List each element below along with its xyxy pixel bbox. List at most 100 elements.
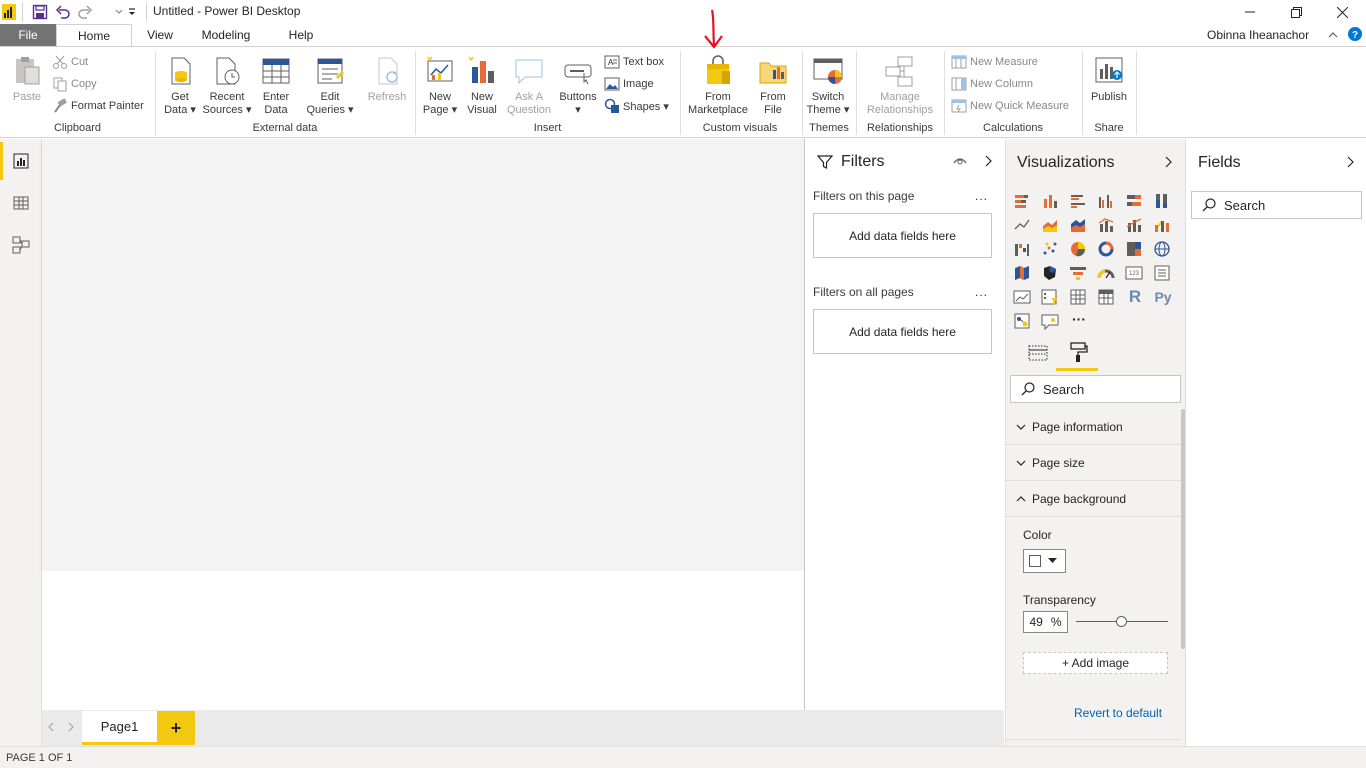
fields-search-input[interactable]: Search — [1191, 191, 1362, 219]
funnel-chart-icon[interactable] — [1068, 263, 1090, 283]
add-page-button[interactable]: + — [157, 711, 195, 745]
new-page-button[interactable]: New Page ▾ — [421, 55, 459, 117]
pie-chart-icon[interactable] — [1068, 239, 1090, 259]
slicer-icon[interactable] — [1040, 287, 1062, 307]
new-measure-button[interactable]: New Measure — [951, 53, 1038, 71]
new-visual-button[interactable]: New Visual — [463, 55, 501, 117]
get-data-button[interactable]: Get Data ▾ — [160, 55, 200, 117]
transparency-input[interactable]: 49 % — [1023, 611, 1068, 633]
format-painter-button[interactable]: Format Painter — [52, 97, 144, 115]
close-button[interactable] — [1319, 0, 1365, 24]
user-name[interactable]: Obinna Iheanachor — [1207, 28, 1309, 42]
treemap-icon[interactable] — [1124, 239, 1146, 259]
100-stacked-column-chart-icon[interactable] — [1152, 191, 1174, 211]
line-and-column-chart-icon[interactable] — [1096, 215, 1118, 235]
kpi-icon[interactable] — [1012, 287, 1034, 307]
tab-help[interactable]: Help — [280, 24, 322, 46]
recent-sources-button[interactable]: Recent Sources ▾ — [202, 55, 252, 117]
color-picker[interactable] — [1023, 549, 1066, 573]
multi-row-card-icon[interactable] — [1152, 263, 1174, 283]
collapse-filters-icon[interactable] — [985, 155, 993, 167]
more-visuals-icon[interactable]: ··· — [1068, 311, 1090, 331]
tab-modeling[interactable]: Modeling — [192, 24, 260, 46]
stacked-area-chart-icon[interactable] — [1068, 215, 1090, 235]
area-chart-icon[interactable] — [1040, 215, 1062, 235]
line-chart-icon[interactable] — [1012, 215, 1034, 235]
tab-home[interactable]: Home — [56, 24, 132, 47]
tab-file[interactable]: File — [0, 24, 56, 46]
model-view-button[interactable] — [0, 225, 42, 265]
key-influencers-icon[interactable] — [1012, 311, 1034, 331]
clustered-column-chart-icon[interactable] — [1096, 191, 1118, 211]
all-pages-filters-dropzone[interactable]: Add data fields here — [813, 309, 992, 354]
collapse-ribbon-icon[interactable] — [1327, 30, 1339, 40]
waterfall-chart-icon[interactable] — [1012, 239, 1034, 259]
matrix-icon[interactable] — [1096, 287, 1118, 307]
more-options-icon[interactable]: ... — [975, 189, 988, 203]
stacked-column-chart-icon[interactable] — [1040, 191, 1062, 211]
image-button[interactable]: Image — [604, 75, 654, 93]
shape-map-icon[interactable] — [1040, 263, 1062, 283]
restore-button[interactable] — [1273, 0, 1319, 24]
from-marketplace-button[interactable]: From Marketplace — [684, 55, 752, 117]
scatter-chart-icon[interactable] — [1040, 239, 1062, 259]
paste-button[interactable]: Paste — [8, 55, 46, 104]
shapes-button[interactable]: Shapes ▾ — [604, 97, 669, 115]
refresh-button[interactable]: Refresh — [364, 55, 410, 104]
card-icon[interactable]: 123 — [1124, 263, 1146, 283]
new-quick-measure-button[interactable]: New Quick Measure — [951, 97, 1069, 115]
map-icon[interactable] — [1152, 239, 1174, 259]
report-view-button[interactable] — [0, 141, 42, 181]
page-tab-page1[interactable]: Page1 — [82, 711, 157, 745]
copy-button[interactable]: Copy — [52, 75, 97, 93]
eye-icon[interactable] — [953, 155, 967, 167]
transparency-slider-thumb[interactable] — [1115, 616, 1127, 627]
tab-view[interactable]: View — [140, 24, 180, 46]
new-column-button[interactable]: New Column — [951, 75, 1033, 93]
ribbon-chart-icon[interactable] — [1152, 215, 1174, 235]
cut-button[interactable]: Cut — [52, 53, 88, 71]
data-view-button[interactable] — [0, 183, 42, 223]
undo-icon[interactable] — [55, 4, 71, 20]
edit-queries-button[interactable]: Edit Queries ▾ — [305, 55, 355, 117]
table-visual-icon[interactable] — [1068, 287, 1090, 307]
donut-chart-icon[interactable] — [1096, 239, 1118, 259]
help-icon[interactable]: ? — [1348, 27, 1362, 41]
page-background-section[interactable]: Page background — [1006, 481, 1181, 517]
qa-visual-icon[interactable] — [1040, 311, 1062, 331]
enter-data-button[interactable]: Enter Data — [256, 55, 296, 117]
gauge-icon[interactable] — [1096, 263, 1118, 283]
line-and-stacked-column-chart-icon[interactable] — [1124, 215, 1146, 235]
add-image-button[interactable]: + Add image — [1023, 652, 1168, 674]
more-options-icon[interactable]: ... — [975, 285, 988, 299]
format-search-input[interactable]: Search — [1010, 375, 1181, 403]
manage-relationships-button[interactable]: Manage Relationships — [860, 55, 940, 117]
fields-well-tab[interactable] — [1028, 343, 1048, 363]
buttons-button[interactable]: Buttons ▾ — [556, 55, 600, 117]
page-size-section[interactable]: Page size — [1006, 445, 1181, 481]
report-page[interactable] — [42, 139, 804, 571]
scroll-left-icon[interactable] — [47, 722, 55, 732]
save-icon[interactable] — [32, 4, 48, 20]
collapse-fields-icon[interactable] — [1347, 156, 1355, 168]
ask-a-question-button[interactable]: Ask A Question — [505, 55, 553, 117]
filled-map-icon[interactable] — [1012, 263, 1034, 283]
revert-to-default-link[interactable]: Revert to default — [1074, 706, 1162, 720]
python-visual-icon[interactable]: Py — [1152, 287, 1174, 307]
stacked-bar-chart-icon[interactable] — [1012, 191, 1034, 211]
page-filters-dropzone[interactable]: Add data fields here — [813, 213, 992, 258]
report-canvas[interactable] — [42, 139, 804, 710]
minimize-button[interactable] — [1227, 0, 1273, 24]
scroll-right-icon[interactable] — [67, 722, 75, 732]
100-stacked-bar-chart-icon[interactable] — [1124, 191, 1146, 211]
redo-icon[interactable] — [77, 4, 93, 20]
r-script-visual-icon[interactable]: R — [1124, 287, 1146, 307]
clustered-bar-chart-icon[interactable] — [1068, 191, 1090, 211]
format-tab[interactable] — [1068, 341, 1088, 363]
from-file-button[interactable]: From File — [754, 55, 792, 117]
quick-access-dropdown-icon[interactable] — [113, 6, 137, 18]
page-information-section[interactable]: Page information — [1006, 409, 1181, 445]
text-box-button[interactable]: A Text box — [604, 53, 664, 71]
switch-theme-button[interactable]: Switch Theme ▾ — [806, 55, 850, 117]
publish-button[interactable]: Publish — [1087, 55, 1131, 104]
